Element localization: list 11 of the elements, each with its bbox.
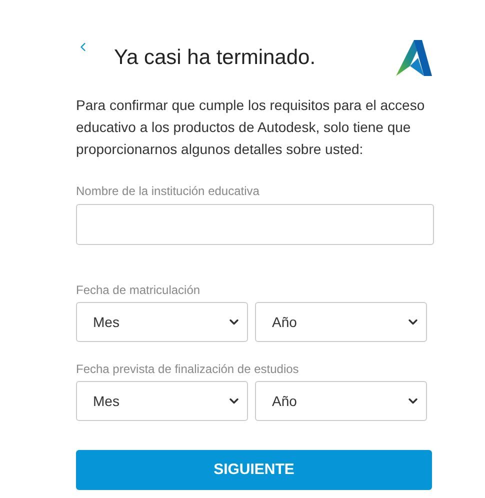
dropdown[interactable]: Año <box>255 302 427 342</box>
institution-input[interactable] <box>76 204 434 245</box>
field-label: Fecha de matriculación <box>76 282 202 299</box>
dropdown[interactable]: Año <box>255 381 427 421</box>
intro-text: Para confirmar que cumple los requisitos para el acceso educativo a los productos de Autodesk, solo tiene que proporcionarnos algunos detalles sobre usted: <box>76 96 426 159</box>
page-title: Ya casi ha terminado. <box>114 45 316 72</box>
dropdown[interactable]: Mes <box>76 381 248 421</box>
dropdown[interactable]: Mes <box>76 302 248 342</box>
logo-icon <box>396 40 432 76</box>
field-label: Nombre de la institución educativa <box>76 183 260 200</box>
field-label: Fecha prevista de finalización de estudios <box>76 361 300 378</box>
